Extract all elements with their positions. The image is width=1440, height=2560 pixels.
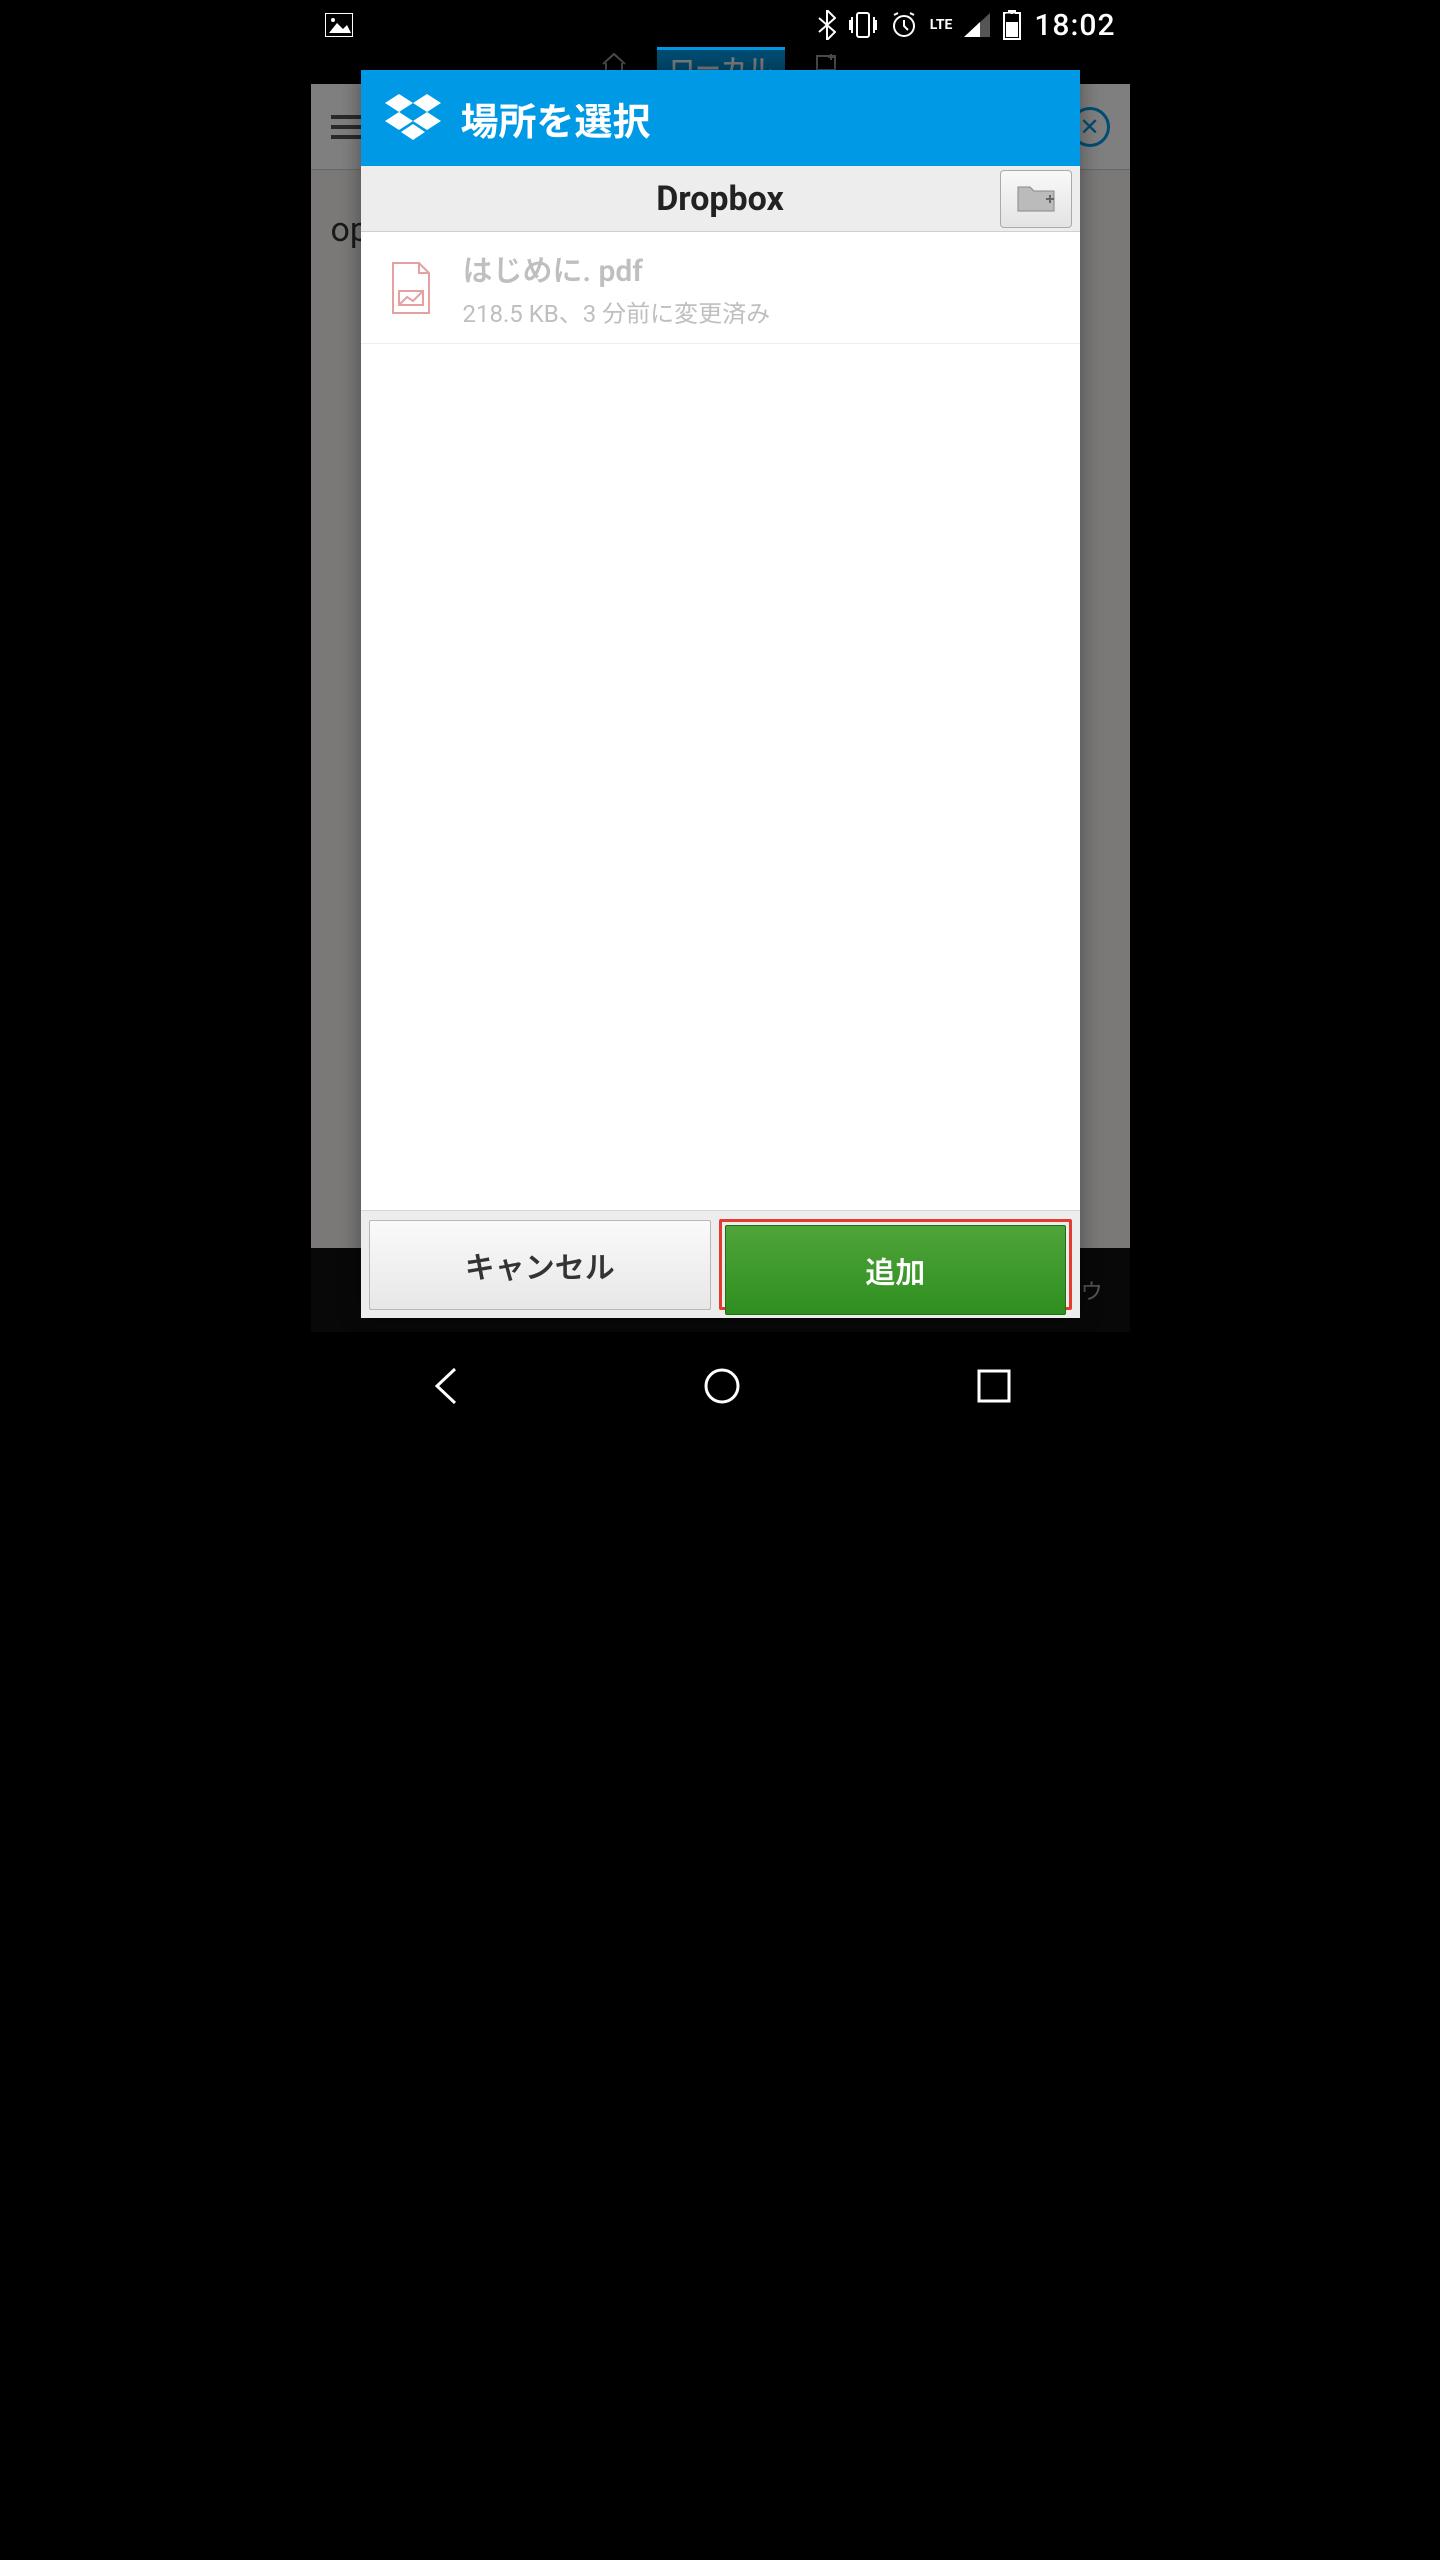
breadcrumb[interactable]: Dropbox	[361, 179, 1080, 219]
vibrate-icon	[848, 11, 878, 39]
alarm-icon	[890, 11, 918, 39]
file-icon	[383, 260, 439, 316]
picture-icon	[325, 13, 353, 37]
home-nav-icon[interactable]	[701, 1365, 743, 1407]
dropbox-icon	[385, 94, 441, 142]
new-folder-icon	[1016, 181, 1056, 217]
new-folder-button[interactable]	[1000, 170, 1072, 228]
dialog-breadcrumb-bar: Dropbox	[361, 166, 1080, 232]
add-button[interactable]: 追加	[725, 1225, 1066, 1315]
file-meta: はじめに. pdf 218.5 KB、3 分前に変更済み	[463, 246, 771, 329]
add-button-highlight: 追加	[719, 1219, 1072, 1310]
device-frame: LTE 70 18:02 ローカル ✕ op 新規	[311, 0, 1130, 1440]
battery-icon: 70	[1002, 10, 1022, 40]
add-button-label: 追加	[865, 1248, 925, 1292]
dialog-footer: キャンセル 追加	[361, 1210, 1080, 1318]
file-detail: 218.5 KB、3 分前に変更済み	[463, 294, 771, 329]
recents-icon[interactable]	[975, 1367, 1013, 1405]
dialog-header: 場所を選択	[361, 70, 1080, 166]
system-navbar	[311, 1332, 1130, 1440]
dialog-title: 場所を選択	[461, 91, 651, 146]
bluetooth-icon	[818, 10, 836, 40]
cancel-button-label: キャンセル	[465, 1243, 615, 1287]
file-name: はじめに. pdf	[463, 246, 771, 290]
list-item[interactable]: はじめに. pdf 218.5 KB、3 分前に変更済み	[361, 232, 1080, 344]
status-bar: LTE 70 18:02	[311, 0, 1130, 50]
battery-percent: 70	[1005, 13, 1016, 24]
status-time: 18:02	[1034, 8, 1115, 43]
location-picker-dialog: 場所を選択 Dropbox	[361, 70, 1080, 1318]
signal-icon	[964, 13, 990, 37]
file-list[interactable]: はじめに. pdf 218.5 KB、3 分前に変更済み	[361, 232, 1080, 1210]
cancel-button[interactable]: キャンセル	[369, 1220, 712, 1310]
network-type-label: LTE	[930, 17, 953, 33]
back-icon[interactable]	[427, 1365, 469, 1407]
